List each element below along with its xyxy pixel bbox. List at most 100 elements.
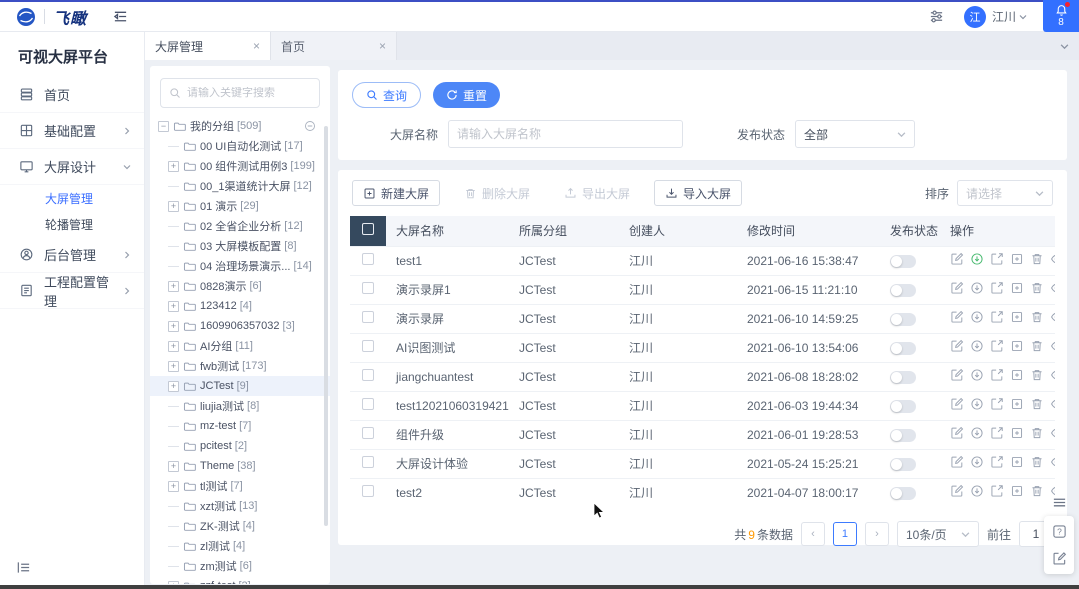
tab-首页[interactable]: 首页× (271, 32, 397, 60)
tree-node-tl测试[interactable]: +tl测试[7] (150, 476, 330, 496)
design-icon[interactable] (990, 310, 1004, 327)
tree-scrollbar[interactable] (324, 126, 328, 526)
edit-icon[interactable] (950, 455, 964, 472)
design-icon[interactable] (990, 368, 1004, 385)
user-name[interactable]: 江川 (992, 8, 1016, 25)
delete-icon[interactable] (1030, 455, 1044, 472)
row-checkbox[interactable] (362, 369, 374, 381)
tab-close-icon[interactable]: × (379, 40, 386, 52)
screen-name-input[interactable] (448, 120, 683, 148)
tree-node-0828演示[interactable]: +0828演示[6] (150, 276, 330, 296)
tree-node-00 组件测试用例3[interactable]: +00 组件测试用例3[199] (150, 156, 330, 176)
publish-toggle[interactable] (890, 429, 916, 442)
tree-search-box[interactable] (160, 78, 320, 108)
expand-icon[interactable]: + (168, 461, 179, 472)
publish-toggle[interactable] (890, 458, 916, 471)
tree-node-zl测试[interactable]: zl测试[4] (150, 536, 330, 556)
edit-icon[interactable] (950, 281, 964, 298)
design-icon[interactable] (990, 281, 1004, 298)
copy-icon[interactable] (1010, 281, 1024, 298)
sidebar-item-工程配置管理[interactable]: 工程配置管理 (0, 273, 144, 309)
edit-icon[interactable] (950, 397, 964, 414)
edit-icon[interactable] (950, 484, 964, 501)
tree-node-01 演示[interactable]: +01 演示[29] (150, 196, 330, 216)
edit-icon[interactable] (950, 426, 964, 443)
design-icon[interactable] (990, 397, 1004, 414)
tree-node-JCTest[interactable]: +JCTest[9] (150, 376, 330, 396)
edit-icon[interactable] (950, 368, 964, 385)
row-checkbox[interactable] (362, 282, 374, 294)
publish-icon[interactable] (970, 426, 984, 443)
publish-status-select[interactable]: 全部 (795, 120, 915, 148)
publish-toggle[interactable] (890, 284, 916, 297)
tree-node-03 大屏模板配置[interactable]: 03 大屏模板配置[8] (150, 236, 330, 256)
publish-toggle[interactable] (890, 371, 916, 384)
help-icon[interactable]: ? (1052, 524, 1067, 539)
row-checkbox[interactable] (362, 456, 374, 468)
tree-node-mz-test[interactable]: mz-test[7] (150, 416, 330, 436)
copy-icon[interactable] (1010, 339, 1024, 356)
delete-icon[interactable] (1030, 426, 1044, 443)
collapse-menu-icon[interactable] (113, 9, 128, 24)
publish-icon[interactable] (970, 252, 984, 269)
tree-search-input[interactable] (187, 87, 311, 99)
preview-icon[interactable] (1050, 455, 1055, 472)
publish-icon[interactable] (970, 339, 984, 356)
feedback-edit-icon[interactable] (1052, 551, 1067, 566)
preview-icon[interactable] (1050, 426, 1055, 443)
publish-toggle[interactable] (890, 342, 916, 355)
expand-icon[interactable]: + (168, 321, 179, 332)
publish-toggle[interactable] (890, 400, 916, 413)
filter-sliders-icon[interactable] (929, 9, 944, 24)
publish-icon[interactable] (970, 281, 984, 298)
sidebar-item-轮播管理[interactable]: 轮播管理 (0, 211, 144, 237)
page-1-button[interactable]: 1 (833, 522, 857, 546)
publish-icon[interactable] (970, 397, 984, 414)
floating-menu-icon[interactable] (1052, 492, 1067, 512)
tree-node-fwb测试[interactable]: +fwb测试[173] (150, 356, 330, 376)
delete-icon[interactable] (1030, 310, 1044, 327)
tab-大屏管理[interactable]: 大屏管理× (145, 32, 271, 60)
expand-icon[interactable]: + (168, 201, 179, 212)
expand-icon[interactable]: + (168, 161, 179, 172)
publish-icon[interactable] (970, 484, 984, 501)
preview-icon[interactable] (1050, 339, 1055, 356)
tree-node-1609906357032[interactable]: +1609906357032[3] (150, 316, 330, 336)
delete-screen-button[interactable]: 删除大屏 (454, 180, 540, 206)
preview-icon[interactable] (1050, 368, 1055, 385)
design-icon[interactable] (990, 252, 1004, 269)
sort-select[interactable]: 请选择 (957, 180, 1053, 206)
design-icon[interactable] (990, 484, 1004, 501)
design-icon[interactable] (990, 339, 1004, 356)
row-checkbox[interactable] (362, 340, 374, 352)
copy-icon[interactable] (1010, 455, 1024, 472)
row-checkbox[interactable] (362, 427, 374, 439)
export-screen-button[interactable]: 导出大屏 (554, 180, 640, 206)
tab-list-chevron-icon[interactable] (1060, 42, 1069, 51)
sidebar-collapse-icon[interactable] (16, 560, 31, 575)
delete-icon[interactable] (1030, 368, 1044, 385)
next-page-button[interactable]: › (865, 522, 889, 546)
tree-node-zzf-test[interactable]: +zzf-test[2] (150, 576, 330, 584)
design-icon[interactable] (990, 455, 1004, 472)
tab-close-icon[interactable]: × (253, 40, 260, 52)
tree-node-zm测试[interactable]: zm测试[6] (150, 556, 330, 576)
copy-icon[interactable] (1010, 426, 1024, 443)
tree-node-02 全省企业分析[interactable]: 02 全省企业分析[12] (150, 216, 330, 236)
import-screen-button[interactable]: 导入大屏 (654, 180, 742, 206)
collapse-icon[interactable]: − (158, 121, 169, 132)
expand-icon[interactable]: + (168, 301, 179, 312)
edit-icon[interactable] (950, 310, 964, 327)
delete-icon[interactable] (1030, 281, 1044, 298)
preview-icon[interactable] (1050, 252, 1055, 269)
tree-node-00 UI自动化测试[interactable]: 00 UI自动化测试[17] (150, 136, 330, 156)
copy-icon[interactable] (1010, 368, 1024, 385)
expand-icon[interactable]: + (168, 581, 179, 585)
copy-icon[interactable] (1010, 310, 1024, 327)
tree-node-00_1渠道统计大屏[interactable]: 00_1渠道统计大屏[12] (150, 176, 330, 196)
copy-icon[interactable] (1010, 397, 1024, 414)
expand-icon[interactable]: + (168, 481, 179, 492)
reset-button[interactable]: 重置 (433, 82, 500, 108)
preview-icon[interactable] (1050, 281, 1055, 298)
prev-page-button[interactable]: ‹ (801, 522, 825, 546)
